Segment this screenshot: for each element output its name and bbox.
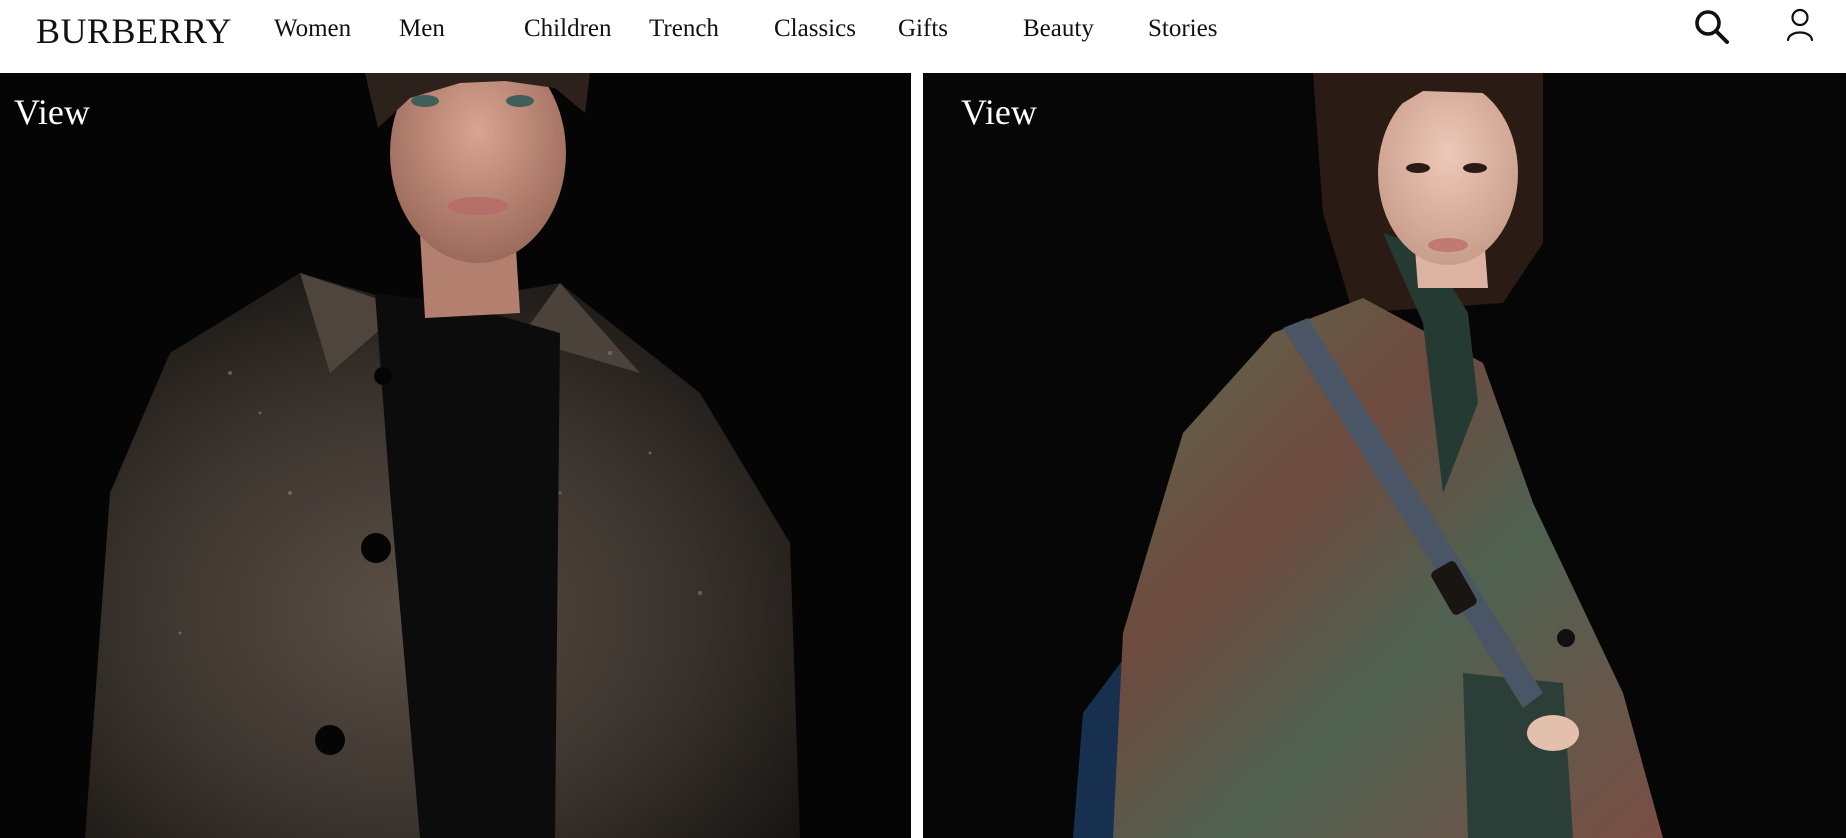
user-icon[interactable] bbox=[1786, 8, 1814, 42]
hero-panel-men[interactable]: View bbox=[0, 73, 911, 838]
model-dark-trench-coat-photo bbox=[0, 73, 911, 838]
nav-item-men[interactable]: Men bbox=[399, 15, 445, 43]
site-header: BURBERRY Women Men Children Trench Class… bbox=[0, 0, 1846, 73]
nav-item-trench[interactable]: Trench bbox=[649, 15, 719, 43]
nav-item-classics[interactable]: Classics bbox=[774, 15, 856, 43]
brand-logo[interactable]: BURBERRY bbox=[36, 10, 232, 52]
nav-item-gifts[interactable]: Gifts bbox=[898, 15, 948, 43]
view-link[interactable]: View bbox=[961, 91, 1037, 133]
nav-item-women[interactable]: Women bbox=[274, 15, 351, 43]
nav-item-children[interactable]: Children bbox=[524, 15, 612, 43]
hero-panels: View View bbox=[0, 73, 1846, 838]
view-link[interactable]: View bbox=[14, 91, 90, 133]
nav-item-stories[interactable]: Stories bbox=[1148, 15, 1217, 43]
nav-item-beauty[interactable]: Beauty bbox=[1023, 15, 1094, 43]
hero-panel-women[interactable]: View bbox=[923, 73, 1846, 838]
search-icon[interactable] bbox=[1693, 8, 1731, 46]
model-iridescent-trench-coat-photo bbox=[923, 73, 1846, 838]
